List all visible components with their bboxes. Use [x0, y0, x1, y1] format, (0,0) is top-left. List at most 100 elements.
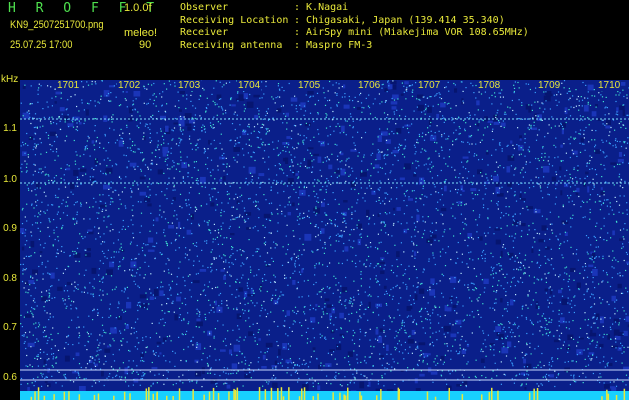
noise-speckle: [274, 294, 277, 296]
noise-speckle: [600, 200, 602, 202]
noise-speckle: [236, 309, 238, 311]
noise-speckle: [31, 382, 33, 384]
noise-speckle: [73, 204, 75, 206]
noise-speckle: [576, 345, 578, 347]
noise-speckle: [250, 377, 252, 379]
noise-speckle: [97, 347, 99, 349]
noise-speckle: [279, 152, 282, 154]
noise-speckle: [478, 326, 481, 328]
noise-speckle: [622, 275, 624, 277]
noise-speckle: [281, 365, 283, 367]
noise-speckle: [102, 277, 104, 279]
noise-speckle: [562, 222, 564, 224]
noise-speckle: [435, 94, 437, 96]
noise-speckle: [243, 339, 245, 341]
noise-speckle: [204, 313, 206, 315]
noise-speckle: [286, 128, 288, 130]
noise-speckle: [236, 278, 238, 280]
noise-speckle: [524, 133, 526, 135]
noise-speckle: [596, 341, 598, 343]
noise-speckle: [497, 208, 499, 210]
noise-speckle: [604, 156, 606, 158]
noise-speckle: [268, 168, 270, 170]
noise-speckle: [457, 189, 459, 191]
noise-speckle: [315, 208, 317, 210]
noise-speckle: [596, 173, 598, 176]
noise-speckle: [610, 126, 612, 129]
noise-speckle: [273, 148, 275, 150]
noise-speckle: [336, 328, 338, 331]
noise-speckle: [20, 145, 22, 147]
noise-speckle: [150, 212, 152, 214]
noise-speckle: [368, 107, 371, 109]
noise-speckle: [248, 364, 250, 366]
noise-speckle: [105, 332, 107, 334]
noise-speckle: [270, 189, 272, 191]
noise-speckle: [183, 236, 185, 238]
noise-speckle: [137, 148, 139, 150]
noise-speckle: [190, 215, 192, 217]
noise-blotch: [483, 278, 489, 284]
noise-speckle: [171, 129, 173, 131]
noise-speckle: [516, 225, 518, 227]
noise-speckle: [314, 179, 316, 181]
noise-speckle: [143, 306, 146, 309]
noise-speckle: [288, 151, 290, 153]
noise-speckle: [402, 319, 404, 321]
noise-speckle: [60, 97, 62, 99]
noise-speckle: [554, 125, 556, 127]
noise-speckle: [78, 363, 81, 365]
noise-speckle: [552, 335, 555, 337]
noise-speckle: [566, 180, 568, 182]
noise-speckle: [602, 202, 604, 204]
noise-speckle: [161, 135, 164, 137]
noise-speckle: [112, 353, 114, 356]
noise-speckle: [558, 335, 561, 337]
noise-speckle: [566, 169, 568, 171]
noise-speckle: [247, 218, 249, 220]
noise-speckle: [388, 315, 390, 317]
noise-speckle: [245, 130, 247, 132]
noise-blotch: [292, 280, 296, 285]
noise-speckle: [403, 230, 406, 233]
noise-speckle: [241, 277, 243, 279]
noise-speckle: [171, 139, 173, 141]
noise-speckle: [293, 320, 295, 322]
noise-speckle: [268, 329, 270, 331]
noise-speckle: [497, 192, 499, 194]
noise-speckle: [391, 152, 393, 154]
noise-speckle: [217, 320, 219, 322]
noise-speckle: [352, 335, 354, 337]
noise-speckle: [85, 146, 87, 148]
noise-speckle: [294, 260, 297, 262]
noise-speckle: [546, 323, 548, 325]
noise-speckle: [152, 94, 154, 96]
noise-speckle: [231, 246, 233, 248]
noise-speckle: [441, 134, 443, 136]
noise-speckle: [263, 194, 265, 196]
noise-speckle: [231, 293, 233, 296]
noise-speckle: [360, 187, 362, 189]
noise-speckle: [251, 175, 253, 177]
noise-speckle: [449, 373, 451, 375]
noise-speckle: [357, 362, 359, 364]
noise-speckle: [338, 373, 340, 375]
noise-speckle: [563, 279, 565, 281]
noise-speckle: [65, 285, 67, 287]
noise-speckle: [492, 370, 494, 372]
noise-speckle: [588, 337, 590, 339]
noise-speckle: [185, 333, 187, 335]
noise-speckle: [26, 336, 28, 338]
noise-speckle: [577, 165, 579, 167]
noise-speckle: [556, 104, 558, 106]
noise-speckle: [435, 222, 437, 224]
noise-speckle: [110, 187, 112, 189]
noise-speckle: [107, 93, 110, 95]
noise-blotch: [521, 223, 526, 227]
noise-speckle: [389, 328, 391, 330]
noise-speckle: [585, 365, 587, 367]
noise-blotch: [391, 106, 397, 110]
noise-blotch: [386, 344, 389, 351]
noise-speckle: [522, 207, 524, 209]
noise-speckle: [298, 377, 300, 379]
